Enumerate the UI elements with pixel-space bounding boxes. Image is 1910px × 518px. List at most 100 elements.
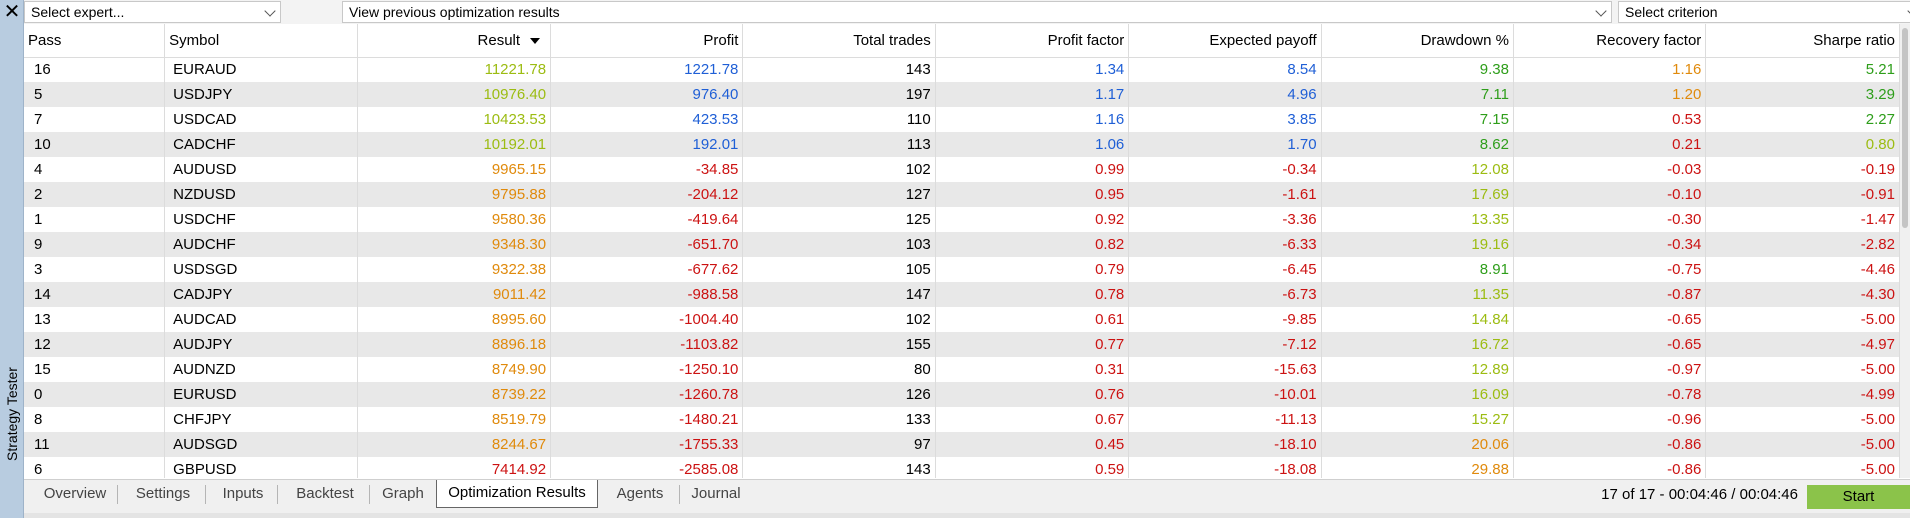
table-row[interactable]: 8 CHFJPY 8519.79 -1480.21 133 0.67 -11.13 15.27… [24,407,1900,432]
cell-profit: -34.85 [550,157,744,182]
header-col-result[interactable]: Result [357,24,552,58]
cell-result: 9011.42 [357,282,552,307]
tab-overview[interactable]: Overview [32,480,118,508]
cell-pass: 1 [24,207,166,232]
cell-total-trades: 143 [742,457,936,478]
header-col-expected-payoff[interactable]: Expected payoff [1128,24,1322,58]
header-col-pass[interactable]: Pass [24,24,166,58]
header-label: Drawdown % [1420,31,1509,49]
cell-drawdown: 12.08 [1321,157,1514,182]
cell-sharpe-ratio: -0.91 [1705,182,1900,207]
cell-total-trades: 155 [742,332,936,357]
table-row[interactable]: 7 USDCAD 10423.53 423.53 110 1.16 3.85 7.15 0.53… [24,107,1900,132]
cell-symbol: AUDCHF [164,232,358,257]
header-col-drawdown[interactable]: Drawdown % [1321,24,1514,58]
tab-journal[interactable]: Journal [682,480,750,508]
results-select[interactable]: View previous optimization results [342,1,1612,23]
cell-result: 9795.88 [357,182,552,207]
cell-symbol: AUDSGD [164,432,358,457]
header-label: Pass [28,31,62,49]
table-row[interactable]: 2 NZDUSD 9795.88 -204.12 127 0.95 -1.61 17.69 -0… [24,182,1900,207]
cell-sharpe-ratio: -1.47 [1705,207,1900,232]
cell-symbol: CADCHF [164,132,358,157]
cell-drawdown: 11.35 [1321,282,1514,307]
header-col-profit-factor[interactable]: Profit factor [935,24,1130,58]
expert-select[interactable]: Select expert... [24,1,281,23]
cell-result: 9580.36 [357,207,552,232]
header-label: Total trades [853,31,931,49]
table-row[interactable]: 6 GBPUSD 7414.92 -2585.08 143 0.59 -18.08 29.88… [24,457,1900,478]
tab-optimization-results[interactable]: Optimization Results [436,480,598,508]
header-col-sharpe-ratio[interactable]: Sharpe ratio [1705,24,1900,58]
cell-drawdown: 16.72 [1321,332,1514,357]
cell-result: 8739.22 [357,382,552,407]
cell-drawdown: 12.89 [1321,357,1514,382]
tab-graph[interactable]: Graph [372,480,434,508]
cell-total-trades: 127 [742,182,936,207]
cell-total-trades: 133 [742,407,936,432]
tab-agents[interactable]: Agents [600,480,680,508]
header-col-recovery-factor[interactable]: Recovery factor [1513,24,1707,58]
cell-pass: 9 [24,232,166,257]
close-icon[interactable]: ✕ [0,0,24,24]
cell-pass: 11 [24,432,166,457]
cell-recovery-factor: 1.16 [1513,57,1707,82]
table-row[interactable]: 4 AUDUSD 9965.15 -34.85 102 0.99 -0.34 12.08 -0.… [24,157,1900,182]
cell-profit: -1103.82 [550,332,744,357]
table-row[interactable]: 15 AUDNZD 8749.90 -1250.10 80 0.31 -15.63 12.89… [24,357,1900,382]
cell-result: 10423.53 [357,107,552,132]
table-row[interactable]: 14 CADJPY 9011.42 -988.58 147 0.78 -6.73 11.35-… [24,282,1900,307]
cell-symbol: GBPUSD [164,457,358,478]
cell-result: 9322.38 [357,257,552,282]
cell-profit: -1250.10 [550,357,744,382]
cell-symbol: CHFJPY [164,407,358,432]
cell-recovery-factor: -0.34 [1513,232,1707,257]
cell-pass: 2 [24,182,166,207]
cell-result: 10192.01 [357,132,552,157]
table-row[interactable]: 1 USDCHF 9580.36 -419.64 125 0.92 -3.36 13.35 -0… [24,207,1900,232]
cell-sharpe-ratio: -5.00 [1705,407,1900,432]
table-row[interactable]: 3 USDSGD 9322.38 -677.62 105 0.79 -6.45 8.91 -0.… [24,257,1900,282]
header-col-total-trades[interactable]: Total trades [742,24,936,58]
cell-profit: -419.64 [550,207,744,232]
cell-total-trades: 103 [742,232,936,257]
tab-settings[interactable]: Settings [120,480,206,508]
cell-result: 8244.67 [357,432,552,457]
cell-recovery-factor: 0.53 [1513,107,1707,132]
header-label: Symbol [169,31,220,49]
cell-profit: -677.62 [550,257,744,282]
cell-sharpe-ratio: -4.97 [1705,332,1900,357]
cell-drawdown: 15.27 [1321,407,1514,432]
header-col-profit[interactable]: Profit [550,24,744,58]
cell-drawdown: 14.84 [1321,307,1514,332]
cell-sharpe-ratio: -4.99 [1705,382,1900,407]
cell-expected-payoff: -10.01 [1128,382,1322,407]
tab-inputs[interactable]: Inputs [208,480,278,508]
cell-expected-payoff: -6.73 [1128,282,1322,307]
cell-recovery-factor: 0.21 [1513,132,1707,157]
vertical-scrollbar[interactable] [1900,24,1910,478]
table-row[interactable]: 0 EURUSD 8739.22 -1260.78 126 0.76 -10.01 16.09… [24,382,1900,407]
cell-profit-factor: 0.31 [935,357,1130,382]
header-label: Sharpe ratio [1813,31,1895,49]
table-row[interactable]: 12 AUDJPY 8896.18 -1103.82 155 0.77 -7.12 16.72… [24,332,1900,357]
cell-recovery-factor: 1.20 [1513,82,1707,107]
panel-title-vertical: Strategy Tester [0,314,24,514]
cell-symbol: USDCAD [164,107,358,132]
cell-symbol: NZDUSD [164,182,358,207]
scrollbar-thumb[interactable] [1902,28,1908,228]
cell-drawdown: 16.09 [1321,382,1514,407]
table-row[interactable]: 16 EURAUD 11221.78 1221.78 143 1.34 8.54 9.38 1.… [24,57,1900,82]
criterion-select[interactable]: Select criterion [1618,1,1910,23]
table-row[interactable]: 11 AUDSGD 8244.67 -1755.33 97 0.45 -18.10 20.06… [24,432,1900,457]
table-row[interactable]: 10 CADCHF 10192.01 192.01 113 1.06 1.70 8.62 0.2… [24,132,1900,157]
start-button[interactable]: Start [1807,485,1910,509]
table-row[interactable]: 5 USDJPY 10976.40 976.40 197 1.17 4.96 7.11 1.20… [24,82,1900,107]
table-row[interactable]: 13 AUDCAD 8995.60 -1004.40 102 0.61 -9.85 14.84… [24,307,1900,332]
cell-sharpe-ratio: -0.19 [1705,157,1900,182]
table-row[interactable]: 9 AUDCHF 9348.30 -651.70 103 0.82 -6.33 19.16 -0… [24,232,1900,257]
cell-recovery-factor: -0.65 [1513,307,1707,332]
tab-backtest[interactable]: Backtest [280,480,370,508]
status-strip [24,513,1910,518]
header-col-symbol[interactable]: Symbol [164,24,358,58]
